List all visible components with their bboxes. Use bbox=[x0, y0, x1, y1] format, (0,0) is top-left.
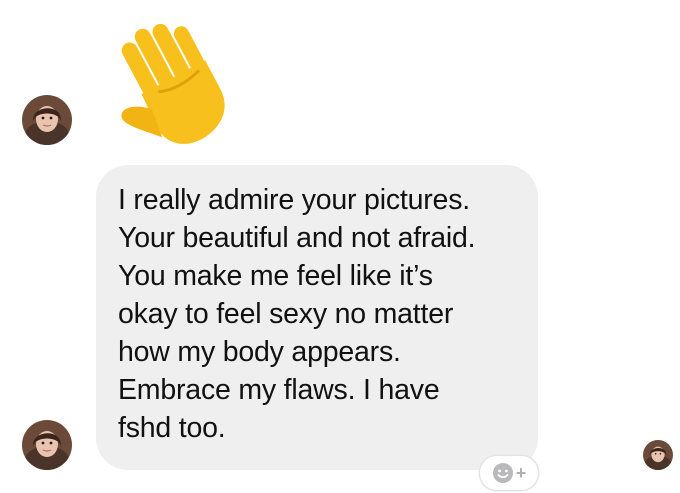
read-receipt-avatar bbox=[643, 440, 673, 470]
message-text: I really admire your pictures. Your beau… bbox=[118, 184, 476, 444]
waving-hand-icon[interactable] bbox=[108, 16, 248, 148]
plus-icon: + bbox=[515, 463, 527, 483]
sender-avatar[interactable] bbox=[22, 420, 72, 470]
message-bubble[interactable]: I really admire your pictures. Your beau… bbox=[96, 165, 538, 470]
avatar-photo bbox=[22, 95, 72, 145]
smiley-icon bbox=[492, 463, 513, 483]
add-reaction-button[interactable]: + bbox=[480, 456, 538, 490]
avatar-photo bbox=[22, 420, 72, 470]
avatar-photo bbox=[643, 440, 673, 470]
sender-avatar[interactable] bbox=[22, 95, 72, 145]
